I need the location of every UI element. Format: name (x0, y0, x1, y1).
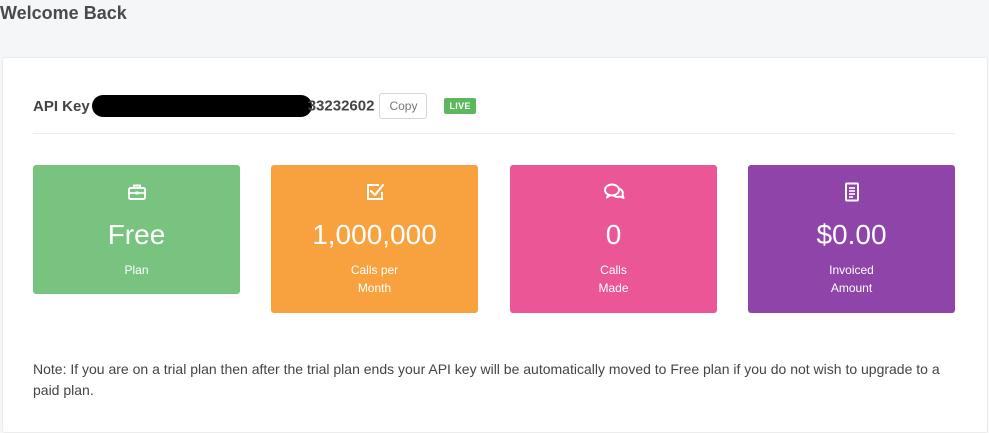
api-key-label: API Key (33, 97, 90, 115)
calls-per-month-caption-line1: Calls per (350, 263, 399, 277)
calls-per-month-caption-line2: Month (357, 281, 392, 295)
api-key-suffix: 33232602 (307, 97, 375, 115)
invoiced-amount-caption-line1: Invoiced (829, 263, 874, 277)
calls-made-caption-line2: Made (598, 281, 629, 295)
invoiced-amount-caption: Invoiced Amount (748, 261, 955, 297)
plan-value: Free (107, 219, 166, 250)
calls-made-card: 0 Calls Made (510, 165, 717, 313)
copy-button[interactable]: Copy (379, 93, 428, 119)
api-key-row: API Key 33232602 Copy LIVE (33, 91, 476, 121)
api-key-value: 33232602 (91, 95, 375, 117)
api-key-redaction (91, 95, 312, 117)
calls-made-caption: Calls Made (510, 261, 717, 297)
checkbox-icon (366, 183, 384, 200)
calls-per-month-value: 1,000,000 (312, 219, 437, 250)
calls-per-month-caption: Calls per Month (271, 261, 478, 297)
chat-bubbles-icon (603, 183, 624, 199)
plan-caption: Plan (33, 261, 240, 279)
page-title: Welcome Back (0, 3, 127, 23)
invoiced-amount-card: $0.00 Invoiced Amount (748, 165, 955, 313)
document-icon (844, 182, 859, 202)
calls-made-caption-line1: Calls (600, 263, 627, 277)
trial-plan-note: Note: If you are on a trial plan then af… (33, 361, 940, 398)
calls-made-value: 0 (605, 219, 622, 250)
status-badge: LIVE (444, 98, 476, 114)
calls-per-month-card: 1,000,000 Calls per Month (271, 165, 478, 313)
invoiced-amount-value: $0.00 (816, 219, 887, 250)
dashboard-panel: API Key 33232602 Copy LIVE Free Plan 1,0… (2, 57, 988, 433)
plan-card: Free Plan (33, 165, 240, 294)
briefcase-icon (127, 184, 146, 200)
plan-caption-line: Plan (124, 263, 149, 277)
invoiced-amount-caption-line2: Amount (830, 281, 873, 295)
divider (33, 133, 955, 134)
